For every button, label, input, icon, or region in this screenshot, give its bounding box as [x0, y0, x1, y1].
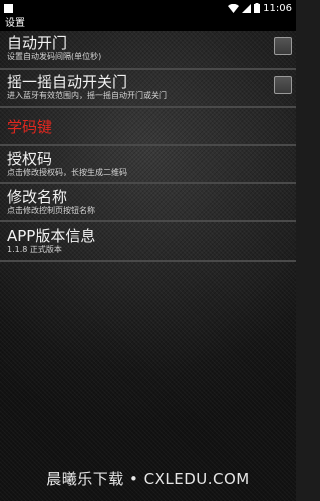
setting-version[interactable]: APP版本信息 1.1.8 正式版本	[0, 222, 296, 262]
section-header-learn-code: 学码键	[0, 108, 296, 146]
setting-auto-open[interactable]: 自动开门 设置自动发码间隔(单位秒)	[0, 31, 296, 70]
setting-summary: 设置自动发码间隔(单位秒)	[7, 52, 102, 61]
page-title: 设置	[0, 16, 296, 31]
square-icon	[4, 3, 13, 13]
shake-open-checkbox[interactable]	[274, 76, 292, 94]
setting-title: 自动开门	[7, 34, 68, 52]
auto-open-checkbox[interactable]	[274, 37, 292, 55]
setting-summary: 1.1.8 正式版本	[7, 245, 62, 254]
settings-list: 自动开门 设置自动发码间隔(单位秒) 摇一摇自动开关门 进入蓝牙有效范围内，摇一…	[0, 31, 296, 262]
wifi-icon	[228, 3, 240, 13]
setting-summary: 点击修改控制页按钮名称	[7, 206, 95, 215]
setting-auth-code[interactable]: 授权码 点击修改授权码，长按生成二维码	[0, 146, 296, 184]
setting-title: 修改名称	[7, 188, 68, 206]
watermark: 晨曦乐下载 • CXLEDU.COM	[46, 470, 250, 488]
setting-title: APP版本信息	[7, 227, 96, 245]
status-bar: 11:06	[0, 0, 296, 16]
setting-title: 摇一摇自动开关门	[7, 73, 128, 91]
battery-icon	[254, 3, 261, 13]
status-icons: 11:06	[228, 3, 292, 14]
setting-shake-open[interactable]: 摇一摇自动开关门 进入蓝牙有效范围内，摇一摇自动开门或关门	[0, 70, 296, 108]
setting-rename[interactable]: 修改名称 点击修改控制页按钮名称	[0, 184, 296, 222]
setting-summary: 进入蓝牙有效范围内，摇一摇自动开门或关门	[7, 91, 167, 100]
setting-summary: 点击修改授权码，长按生成二维码	[7, 168, 127, 177]
signal-icon	[242, 3, 252, 13]
clock: 11:06	[263, 2, 292, 14]
settings-screen: 11:06 设置 自动开门 设置自动发码间隔(单位秒) 摇一摇自动开关门 进入蓝…	[0, 0, 296, 501]
setting-title: 授权码	[7, 150, 53, 168]
